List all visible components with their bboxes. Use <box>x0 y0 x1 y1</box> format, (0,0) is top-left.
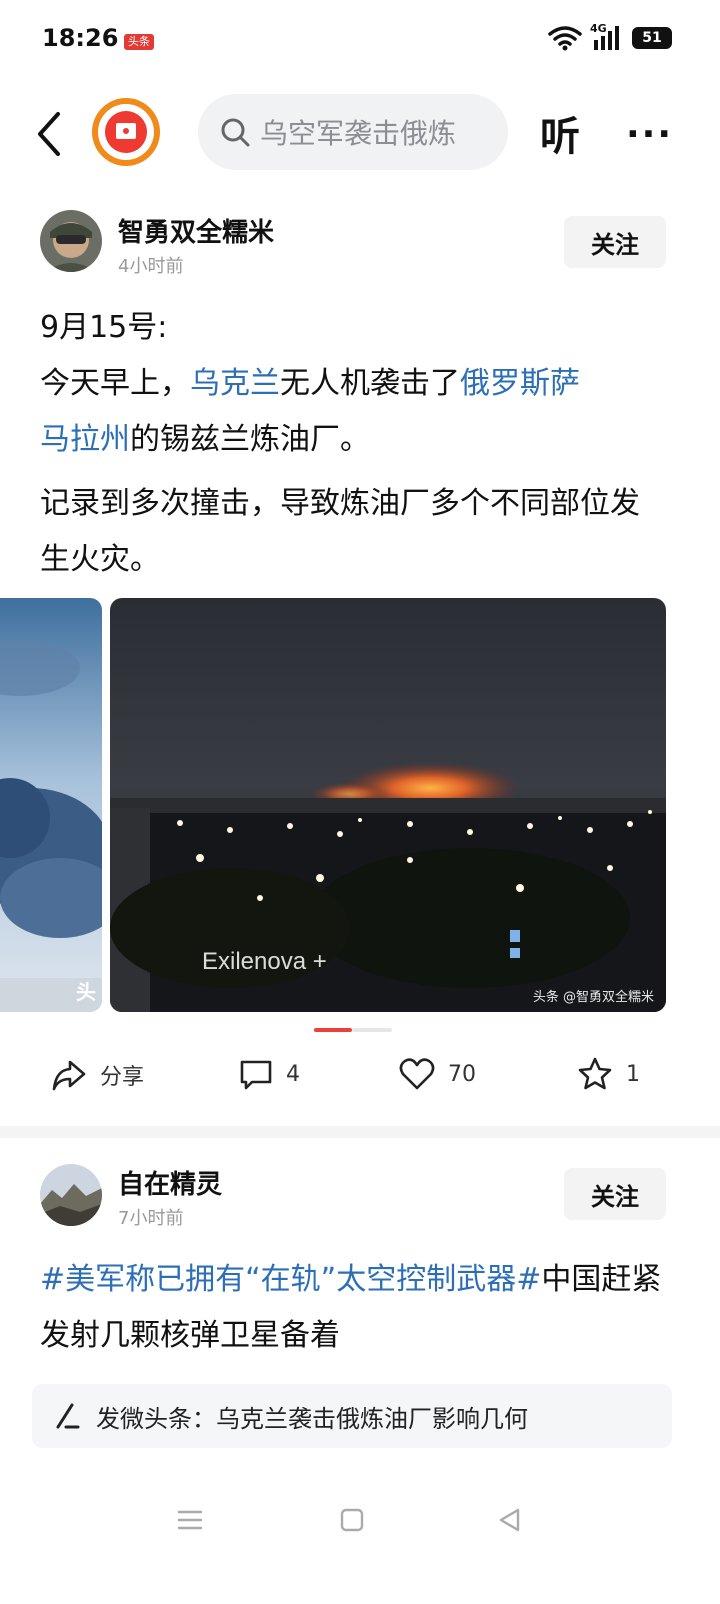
battery-icon: 51 <box>632 27 672 49</box>
author-name[interactable]: 智勇双全糯米 <box>118 212 274 249</box>
post-content: 9月15号: 今天早上，乌克兰无人机袭击了俄罗斯萨 马拉州的锡兹兰炼油厂。 <box>40 300 680 468</box>
cellular-signal-icon: 4G <box>590 22 624 52</box>
search-placeholder: 乌空军袭击俄炼 <box>260 117 457 150</box>
comment-icon <box>240 1060 272 1090</box>
post-paragraph-2: 记录到多次撞击，导致炼油厂多个不同部位发生火灾。 <box>40 486 640 577</box>
like-button[interactable]: 70 <box>398 1056 476 1092</box>
star-icon <box>578 1057 612 1090</box>
topic-link-russia[interactable]: 俄罗斯萨 <box>460 366 580 401</box>
battery-level: 51 <box>642 30 662 46</box>
search-icon <box>221 118 250 147</box>
post-line-2: 今天早上，乌克兰无人机袭击了俄罗斯萨 <box>40 366 580 401</box>
triangle-back-icon <box>499 1508 520 1532</box>
post-line-3: 马拉州的锡兹兰炼油厂。 <box>40 422 370 457</box>
app-logo[interactable] <box>92 98 160 166</box>
hashtag-link[interactable]: #美军称已拥有“在轨”太空控制武器# <box>40 1262 541 1297</box>
pagination-dot-active <box>314 1028 352 1032</box>
nav-home-button[interactable] <box>338 1506 366 1538</box>
post-image-main[interactable]: Exilenova + 头条 @智勇双全糯米 <box>110 598 666 1012</box>
post-time: 7小时前 <box>118 1208 184 1229</box>
follow-button[interactable]: 关注 <box>564 216 666 268</box>
comment-count: 4 <box>286 1061 300 1087</box>
home-square-icon <box>340 1508 364 1532</box>
like-count: 70 <box>448 1061 476 1087</box>
menu-icon <box>177 1510 203 1530</box>
app-notification-badge: 头条 <box>124 34 154 50</box>
pagination-track <box>352 1028 392 1032</box>
status-time: 18:26 <box>42 24 119 52</box>
share-button[interactable]: 分享 <box>50 1056 144 1094</box>
back-button[interactable] <box>30 108 74 160</box>
micro-post-banner[interactable]: 发微头条：乌克兰袭击俄炼油厂影响几何 <box>32 1384 672 1448</box>
nav-menu-button[interactable] <box>176 1506 204 1538</box>
follow-button[interactable]: 关注 <box>564 1168 666 1220</box>
toutiao-logo-icon <box>105 111 147 153</box>
image-watermark: Exilenova + <box>202 948 327 975</box>
image-watermark-partial: 头 <box>76 980 96 1004</box>
image-pagination <box>314 1028 392 1032</box>
nav-back-button[interactable] <box>496 1506 524 1538</box>
wifi-icon <box>548 26 582 51</box>
favorite-count: 1 <box>626 1061 640 1087</box>
pen-icon <box>56 1403 80 1429</box>
post-image-previous[interactable]: 头 <box>0 598 102 1012</box>
post-time: 4小时前 <box>118 256 184 277</box>
share-label: 分享 <box>100 1065 145 1090</box>
chevron-left-icon <box>38 112 60 156</box>
listen-button[interactable]: 听 <box>540 104 580 162</box>
topic-link-ukraine[interactable]: 乌克兰 <box>190 366 280 401</box>
search-bar[interactable]: 乌空军袭击俄炼 <box>198 94 508 170</box>
post-date-line: 9月15号: <box>40 310 168 345</box>
more-options-button[interactable]: ··· <box>626 114 673 155</box>
banner-text: 发微头条：乌克兰袭击俄炼油厂影响几何 <box>96 1404 528 1433</box>
author-avatar[interactable] <box>40 210 102 272</box>
share-icon <box>52 1060 86 1091</box>
status-icons: 4G 51 <box>548 22 672 52</box>
author-name[interactable]: 自在精灵 <box>118 1164 222 1201</box>
favorite-button[interactable]: 1 <box>576 1056 640 1092</box>
author-avatar[interactable] <box>40 1164 102 1226</box>
comment-button[interactable]: 4 <box>238 1056 300 1092</box>
heart-icon <box>399 1058 435 1090</box>
post-content: #美军称已拥有“在轨”太空控制武器#中国赶紧发射几颗核弹卫星备着 <box>40 1252 680 1364</box>
image-source-label: 头条 @智勇双全糯米 <box>532 990 654 1005</box>
section-divider <box>0 1126 720 1138</box>
topic-link-samara[interactable]: 马拉州 <box>40 422 130 457</box>
